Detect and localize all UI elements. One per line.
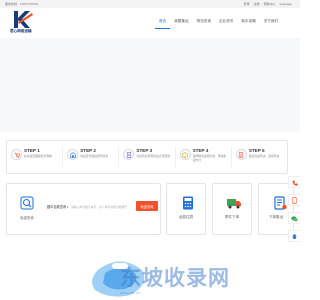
document-icon (235, 149, 247, 160)
query-type-select[interactable]: 圆中包裹查询 ▾ (47, 204, 69, 209)
tracking-label: 轨迹查询 (20, 216, 34, 220)
tracking-number-input[interactable] (71, 203, 135, 210)
nav-item-tracking[interactable]: 物流查询 (193, 17, 215, 29)
service-label: 运费估算 (178, 215, 194, 219)
warehouse-icon (67, 149, 79, 160)
step-5: STEP 5 集运包裹到达，送货到家 (232, 141, 287, 173)
send-order-card[interactable]: 寄件下单 (212, 183, 252, 235)
tracking-icon (19, 195, 35, 211)
login-link[interactable]: 登录 (244, 0, 250, 8)
step-2: STEP 2 将运至仓储运送到仓库 (63, 141, 118, 173)
service-label: 寄件下单 (224, 215, 240, 219)
hotline-text: 服务热线：13570707521 (5, 2, 39, 6)
floating-sidebar (288, 176, 300, 254)
nav-item-home[interactable]: 首页 (155, 17, 171, 29)
logo[interactable]: 君心网络运输 (8, 10, 42, 36)
step-1: STEP 1 在海运宝赚取积分购物 (7, 141, 62, 173)
logo-text: 君心网络运输 (10, 29, 32, 33)
wechat-icon (291, 209, 298, 227)
package-icon (179, 149, 191, 160)
step-desc: 将运至仓储运送到仓库 (80, 154, 109, 158)
step-title: STEP 2 (80, 148, 96, 153)
qq-icon (292, 227, 297, 245)
truck-icon (226, 195, 242, 211)
step-desc: 直接到仓库预约后合包配送 (136, 154, 170, 158)
cart-icon (11, 149, 22, 160)
watermark-url: www.dbi.cn (120, 290, 141, 295)
step-4: STEP 4 选择物流运费优惠，申请集运支付 (176, 141, 231, 173)
phone-button[interactable] (288, 176, 300, 188)
freight-estimate-card[interactable]: 运费估算 (166, 183, 206, 235)
watermark-text: 东坡收录网 (120, 267, 230, 290)
step-3: STEP 3 直接到仓库预约后合包配送 (119, 141, 174, 173)
nav-item-consolidation[interactable]: 我要集运 (170, 17, 192, 29)
main-nav: 首页 我要集运 物流查询 企业资讯 新手攻略 关于我们 (155, 17, 282, 29)
chevron-down-icon: ▾ (67, 205, 69, 209)
qq-button[interactable] (288, 230, 300, 242)
mobile-button[interactable] (288, 194, 300, 206)
top-utility-bar: 服务热线：13570707521 登录 注册 帮助中心 language (0, 0, 300, 8)
nav-item-about[interactable]: 关于我们 (260, 17, 282, 29)
phone-icon (292, 173, 298, 191)
header: 君心网络运输 首页 我要集运 物流查询 企业资讯 新手攻略 关于我们 (0, 8, 300, 38)
tracking-query-card: 轨迹查询 圆中包裹查询 ▾ 轨迹查询 (6, 183, 161, 235)
language-link[interactable]: language (280, 0, 292, 8)
step-title: STEP 4 (192, 148, 209, 153)
help-center-link[interactable]: 帮助中心 (264, 0, 276, 8)
nav-item-news[interactable]: 企业资讯 (215, 17, 237, 29)
logo-mark-icon (14, 11, 33, 28)
step-desc: 集运包裹到达，送货到家 (248, 154, 280, 158)
step-desc: 选择物流运费优惠，申请集运支付 (192, 154, 227, 162)
mobile-icon (292, 191, 297, 209)
order-icon (272, 195, 288, 211)
nav-item-guide[interactable]: 新手攻略 (237, 17, 259, 29)
step-title: STEP 1 (24, 148, 40, 153)
step-title: STEP 5 (248, 148, 265, 153)
hero-banner (0, 38, 300, 132)
page: 服务热线：13570707521 登录 注册 帮助中心 language 君心网… (0, 0, 300, 300)
wechat-button[interactable] (288, 212, 300, 224)
top-links: 登录 注册 帮助中心 language (244, 0, 292, 8)
steps-strip: STEP 1 在海运宝赚取积分购物 STEP 2 将运至仓储运送到仓库 STEP… (6, 140, 288, 174)
tracking-query-button[interactable]: 轨迹查询 (136, 201, 158, 211)
step-desc: 在海运宝赚取积分购物 (24, 154, 52, 158)
checklist-icon (123, 149, 135, 160)
step-title: STEP 3 (136, 148, 153, 153)
query-type-value: 圆中包裹查询 (47, 205, 67, 209)
calculator-icon (180, 195, 196, 211)
register-link[interactable]: 注册 (254, 0, 260, 8)
